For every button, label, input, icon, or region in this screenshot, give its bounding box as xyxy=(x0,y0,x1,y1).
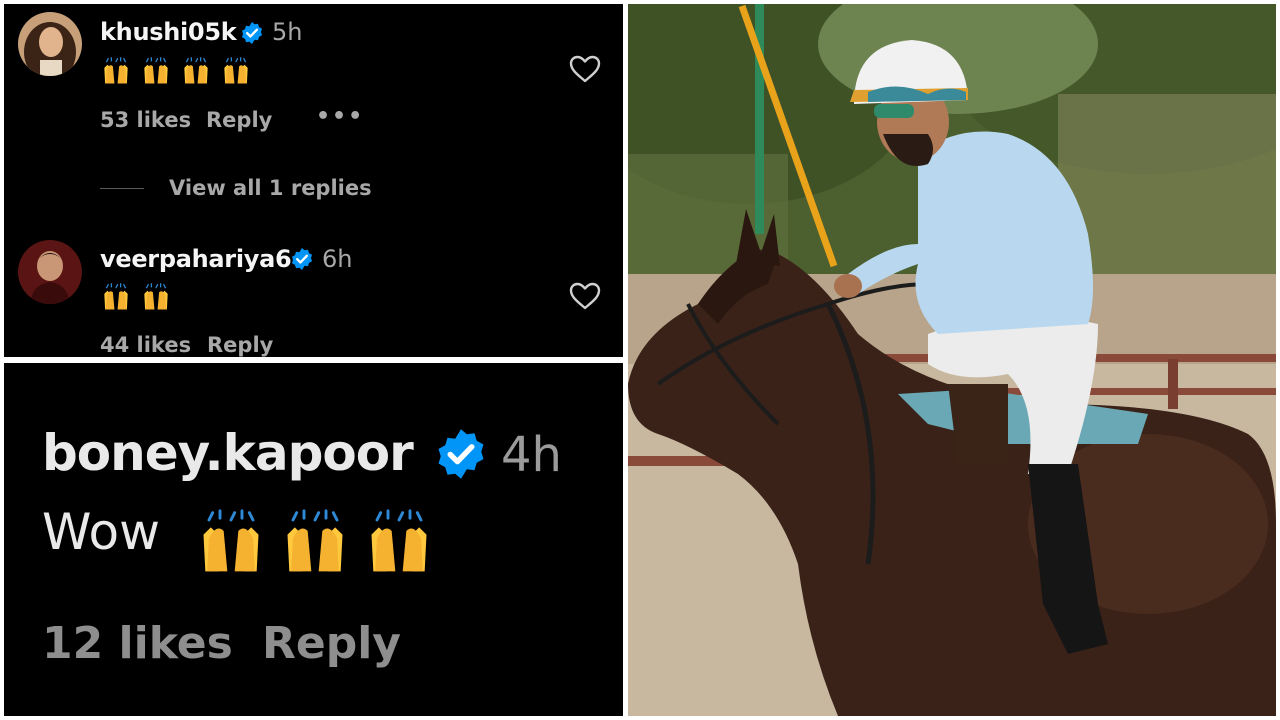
comment-emoji-row xyxy=(102,57,250,85)
raising-hands-emoji xyxy=(104,283,128,310)
comment-time: 6h xyxy=(322,245,353,273)
raising-hands-emoji xyxy=(144,57,168,84)
raising-hands-emoji xyxy=(203,509,259,572)
raising-hands-emoji xyxy=(371,509,427,572)
avatar[interactable] xyxy=(18,240,82,304)
reply-button[interactable]: Reply xyxy=(206,108,272,132)
raising-hands-emoji xyxy=(144,283,168,310)
view-replies-link[interactable]: View all 1 replies xyxy=(169,176,372,200)
comment-username[interactable]: boney.kapoor xyxy=(42,424,414,482)
comment-time: 4h xyxy=(501,427,562,483)
raising-hands-emoji xyxy=(287,509,343,572)
raising-hands-emoji xyxy=(104,57,128,84)
reply-button[interactable]: Reply xyxy=(207,333,273,357)
likes-count[interactable]: 44 likes xyxy=(100,333,191,357)
verified-badge-icon xyxy=(292,248,312,270)
avatar[interactable] xyxy=(18,12,82,76)
featured-comment-panel: boney.kapoor 4h Wow 12 likes Reply xyxy=(4,363,623,716)
likes-count[interactable]: 12 likes xyxy=(42,618,233,669)
polo-rider-photo xyxy=(628,4,1276,716)
comment-text: Wow xyxy=(42,503,160,561)
likes-count[interactable]: 53 likes xyxy=(100,108,191,132)
raising-hands-emoji xyxy=(224,57,248,84)
verified-badge-icon xyxy=(438,429,484,479)
comment-emoji-row xyxy=(198,509,432,575)
post-photo xyxy=(628,4,1276,716)
raising-hands-emoji xyxy=(184,57,208,84)
more-options-icon[interactable]: ••• xyxy=(316,104,364,129)
replies-divider xyxy=(100,188,144,189)
comments-panel: khushi05k 5h 53 likes Reply ••• View all… xyxy=(4,4,623,357)
comment-emoji-row xyxy=(102,283,170,311)
comment-time: 5h xyxy=(272,18,303,46)
comment-username[interactable]: khushi05k xyxy=(100,18,237,46)
verified-badge-icon xyxy=(242,22,262,44)
reply-button[interactable]: Reply xyxy=(262,618,401,669)
heart-icon[interactable] xyxy=(568,281,602,311)
heart-icon[interactable] xyxy=(568,54,602,84)
comment-username[interactable]: veerpahariya6 xyxy=(100,245,292,273)
